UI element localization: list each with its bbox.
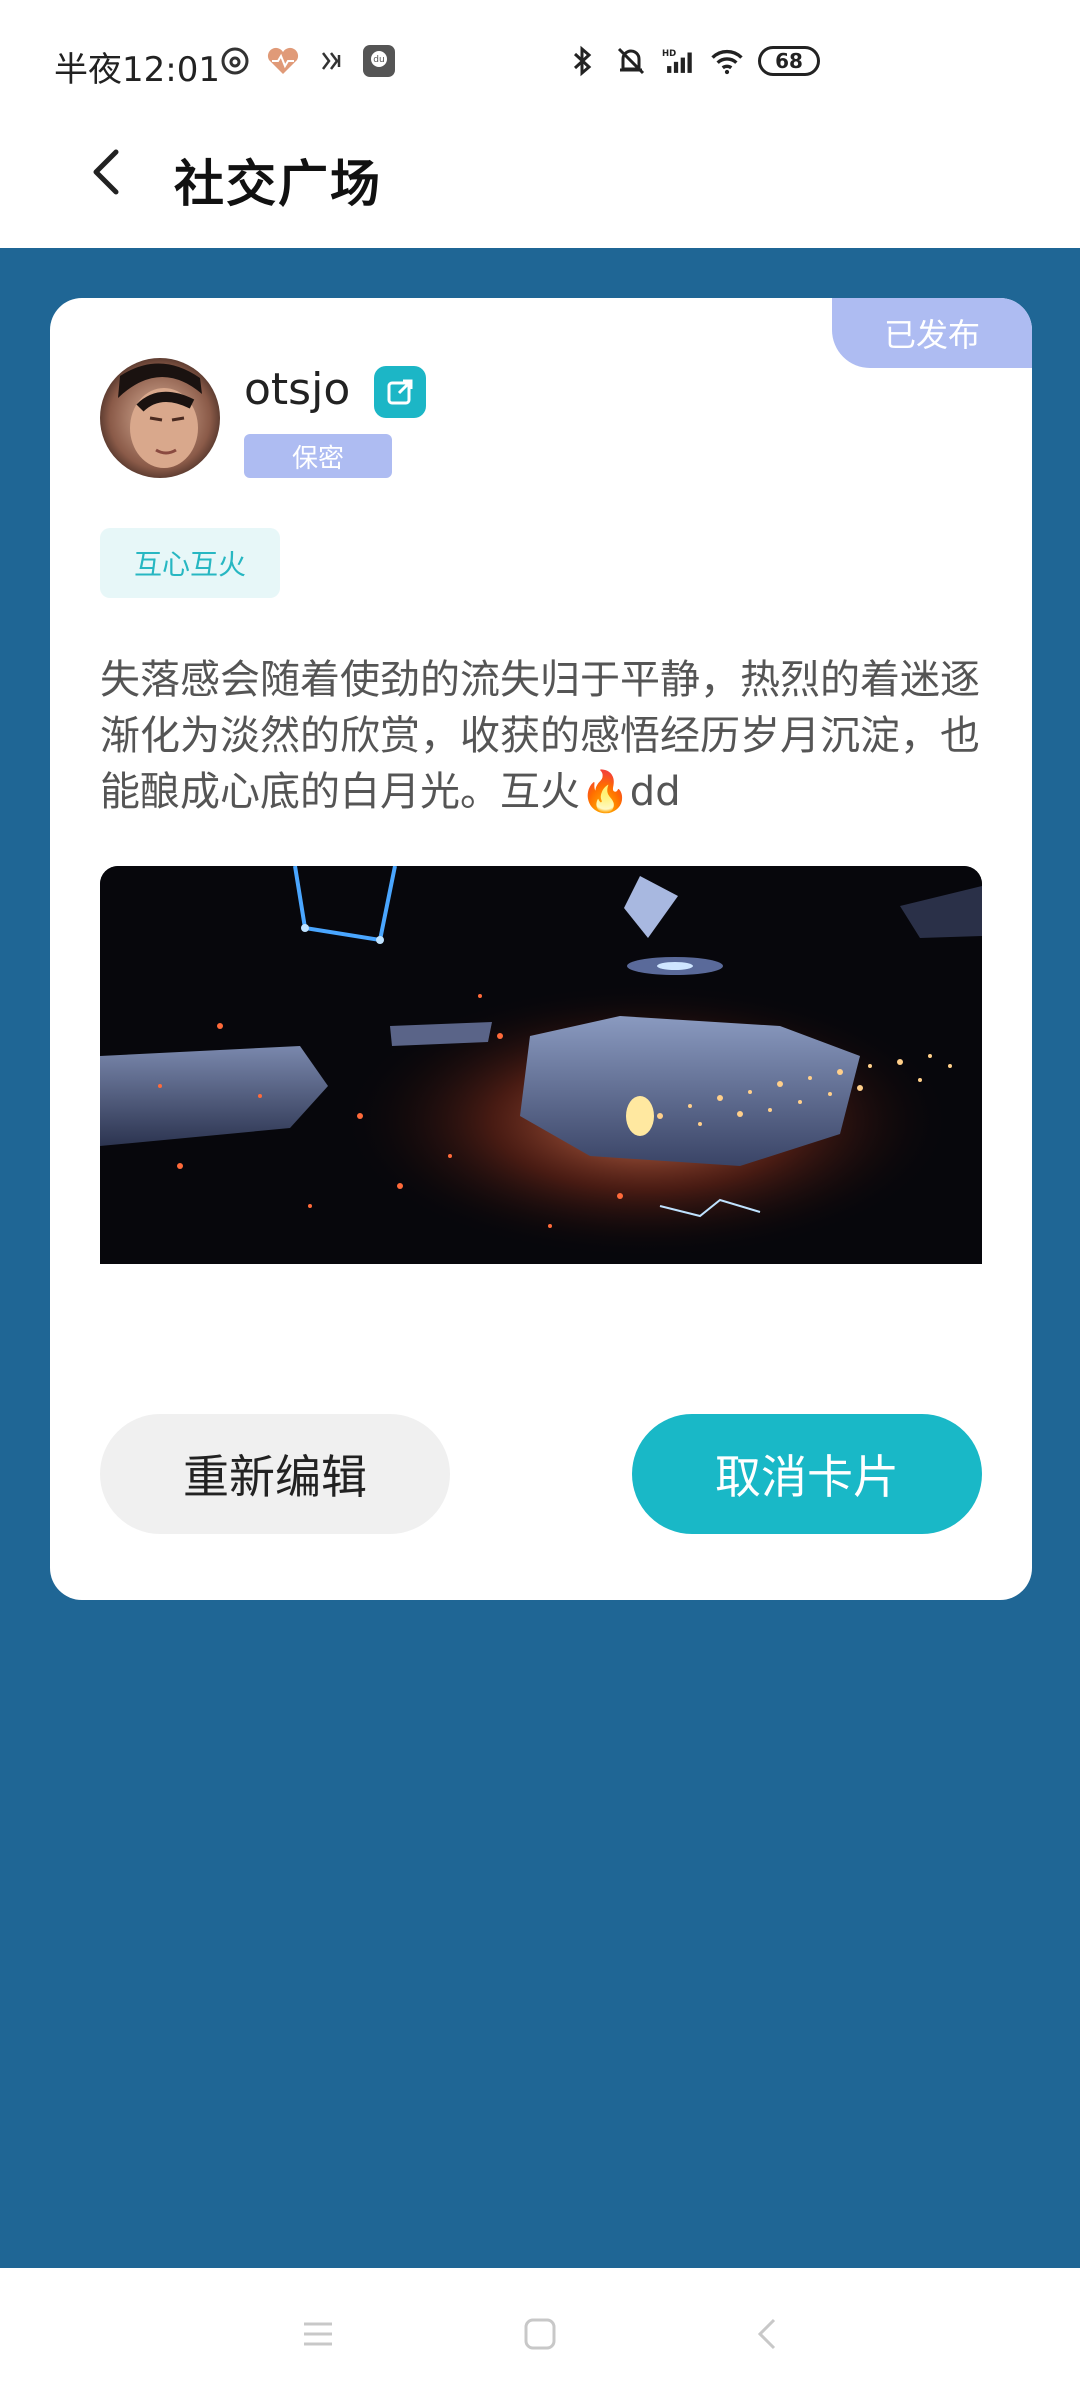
back-icon[interactable]: [748, 2314, 788, 2354]
netease-music-icon: [218, 44, 252, 78]
external-link-icon: [387, 379, 413, 405]
mute-bell-icon: [614, 44, 648, 78]
post-text: 失落感会随着使劲的流失归于平静，热烈的着迷逐渐化为淡然的欣赏，收获的感悟经历岁月…: [100, 657, 980, 815]
menu-icon[interactable]: [298, 2314, 338, 2354]
re-edit-button[interactable]: 重新编辑: [100, 1414, 450, 1534]
navigation-bar: [0, 2268, 1080, 2400]
status-bar: 半夜12:01 du HD 68: [0, 0, 1080, 120]
battery-icon: 68: [758, 46, 820, 76]
wifi-icon: [710, 44, 744, 78]
chevron-left-icon: [93, 149, 119, 195]
back-button[interactable]: [78, 142, 138, 202]
health-heart-icon: [266, 44, 300, 78]
status-left-icons: du: [218, 44, 396, 78]
status-time: 半夜12:01: [54, 50, 220, 90]
bluetooth-icon: [566, 44, 600, 78]
app-header: 社交广场: [0, 120, 1080, 248]
share-button[interactable]: [374, 366, 426, 418]
topic-tag[interactable]: 互心互火: [100, 528, 280, 598]
post-card: 已发布 otsjo 保密 互心互火 失落感会随着使劲的流失归于平静，热烈的着迷逐…: [50, 298, 1032, 1600]
app-icon: [314, 44, 348, 78]
privacy-badge: 保密: [244, 434, 392, 478]
page-title: 社交广场: [174, 155, 382, 213]
svg-text:HD: HD: [662, 49, 676, 59]
username: otsjo: [244, 364, 351, 415]
status-right-icons: HD 68: [566, 44, 820, 78]
post-image[interactable]: [100, 866, 982, 1264]
svg-text:du: du: [373, 55, 384, 65]
avatar[interactable]: [100, 358, 220, 478]
cancel-card-button[interactable]: 取消卡片: [632, 1414, 982, 1534]
home-icon[interactable]: [520, 2314, 560, 2354]
du-app-icon: du: [362, 44, 396, 78]
status-badge: 已发布: [832, 298, 1032, 368]
hd-signal-icon: HD: [662, 44, 696, 78]
